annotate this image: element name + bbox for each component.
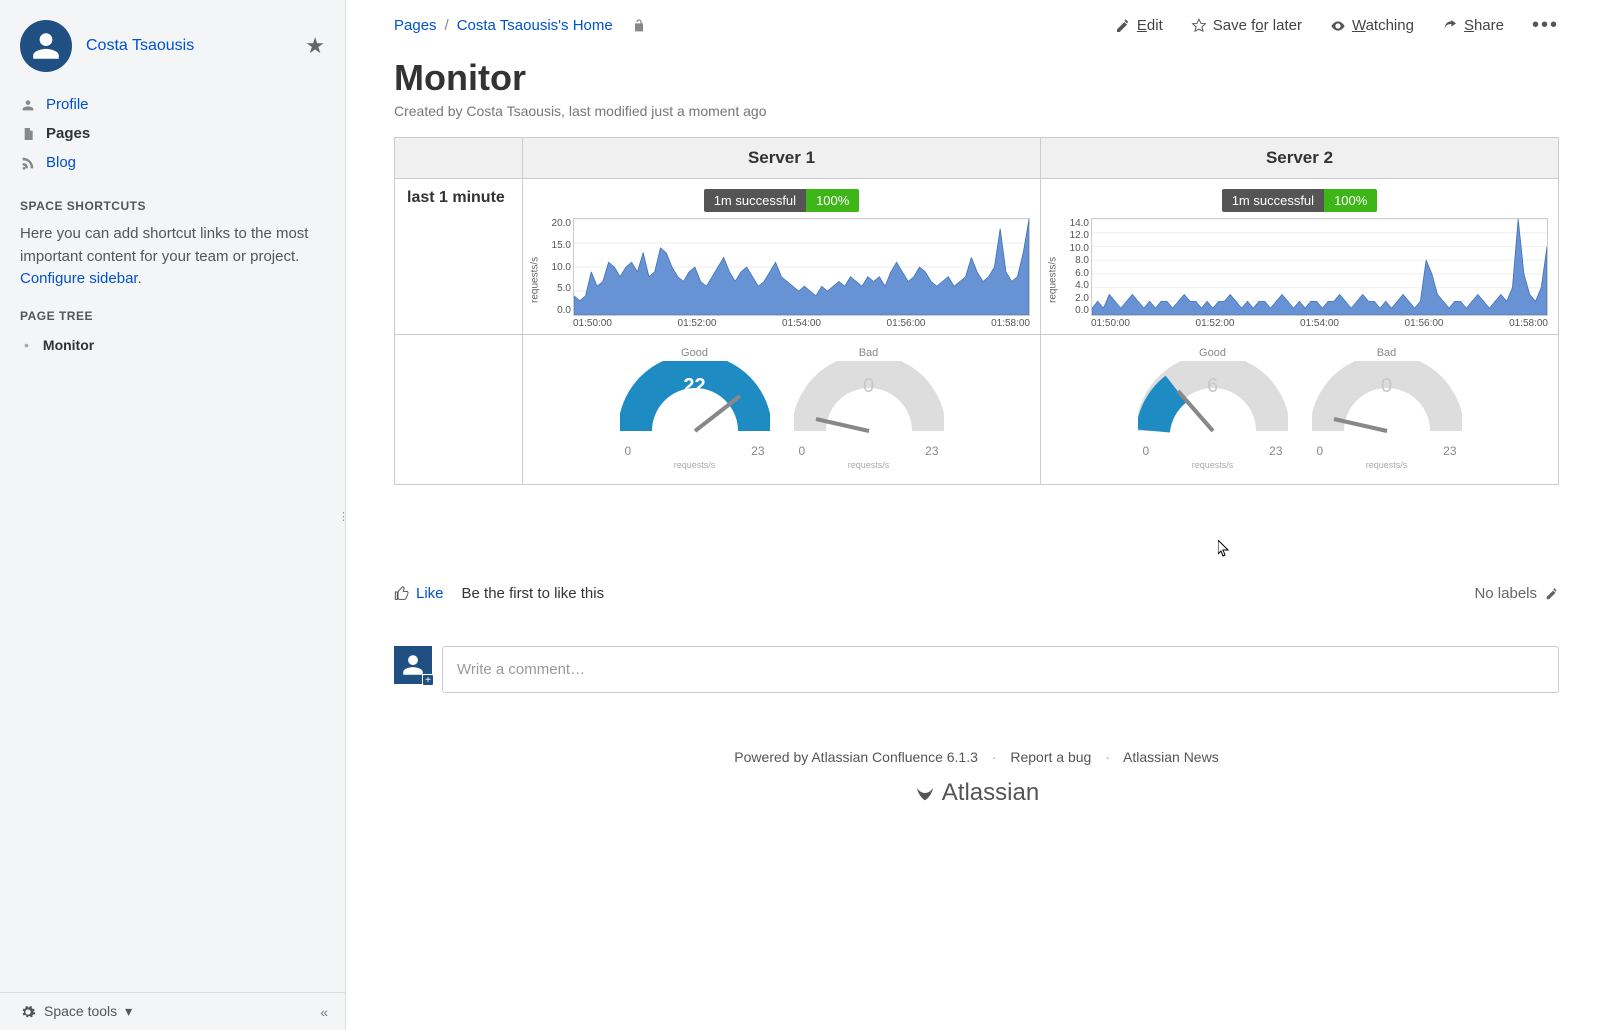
collapse-sidebar-icon[interactable]: «	[320, 1004, 325, 1020]
like-button[interactable]: Like	[394, 585, 444, 602]
page-tree: Monitor	[0, 329, 345, 361]
more-actions-button[interactable]: •••	[1532, 14, 1559, 37]
row-empty	[395, 335, 523, 485]
rss-icon	[20, 155, 36, 171]
comment-row: + Write a comment…	[394, 646, 1559, 693]
gauge-bad: Bad 0 023 requests/s	[789, 347, 949, 470]
cell-server2-gauges: Good 6 023 requests/s Bad 0 023 requests…	[1041, 335, 1559, 485]
add-icon: +	[422, 674, 434, 686]
page-tree-item-label: Monitor	[43, 337, 94, 353]
pencil-icon[interactable]	[1545, 587, 1559, 601]
xticks: 01:50:0001:52:0001:54:0001:56:0001:58:00	[573, 318, 1030, 330]
sidebar-nav: Profile Pages Blog	[0, 82, 345, 185]
page-footer: Powered by Atlassian Confluence 6.1.3 · …	[394, 749, 1559, 807]
topbar: Pages / Costa Tsaousis's Home Edit Save …	[394, 14, 1559, 37]
eye-icon	[1330, 18, 1346, 34]
breadcrumb-page[interactable]: Costa Tsaousis's Home	[457, 17, 613, 34]
star-icon[interactable]: ★	[305, 33, 325, 59]
sidebar-item-blog[interactable]: Blog	[0, 148, 345, 177]
person-icon	[20, 97, 36, 113]
row-label: last 1 minute	[395, 179, 523, 335]
sidebar-item-profile[interactable]: Profile	[0, 90, 345, 119]
cell-server1-chart: 1m successful 100% requests/s 20.015.010…	[523, 179, 1041, 335]
space-header: Costa Tsaousis ★	[0, 10, 345, 82]
cursor-icon	[1218, 540, 1230, 558]
edit-button[interactable]: Edit	[1115, 17, 1163, 34]
yticks: 14.012.010.08.06.04.02.00.0	[1055, 218, 1089, 316]
chart-server2: requests/s 14.012.010.08.06.04.02.00.0 0…	[1047, 218, 1552, 330]
footer-report-bug[interactable]: Report a bug	[1010, 749, 1091, 765]
footer-powered: Powered by Atlassian Confluence 6.1.3	[734, 749, 978, 765]
shortcuts-heading: SPACE SHORTCUTS	[0, 185, 345, 219]
page-title: Monitor	[394, 57, 1559, 99]
status-badge: 1m successful 100%	[704, 189, 860, 212]
like-status: Be the first to like this	[462, 585, 605, 602]
xticks: 01:50:0001:52:0001:54:0001:56:0001:58:00	[1091, 318, 1548, 330]
yticks: 20.015.010.05.00.0	[537, 218, 571, 316]
gauge-good: Good 22 023 requests/s	[615, 347, 775, 470]
save-for-later-button[interactable]: Save for later	[1191, 17, 1302, 34]
space-avatar[interactable]	[20, 20, 72, 72]
shortcuts-text: Here you can add shortcut links to the m…	[0, 219, 345, 295]
gauge-bad: Bad 0 023 requests/s	[1307, 347, 1467, 470]
sidebar-item-pages[interactable]: Pages	[0, 119, 345, 148]
cell-server2-chart: 1m successful 100% requests/s 14.012.010…	[1041, 179, 1559, 335]
breadcrumb-separator: /	[445, 17, 449, 34]
page-tree-heading: PAGE TREE	[0, 295, 345, 329]
page-byline: Created by Costa Tsaousis, last modified…	[394, 103, 1559, 119]
gear-icon	[20, 1004, 36, 1020]
share-button[interactable]: Share	[1442, 17, 1504, 34]
table-col-server2: Server 2	[1041, 138, 1559, 179]
space-tools-button[interactable]: Space tools ▾	[44, 1003, 132, 1020]
chart-server1: requests/s 20.015.010.05.00.0 01:50:0001…	[529, 218, 1034, 330]
status-badge: 1m successful 100%	[1222, 189, 1378, 212]
thumbs-up-icon	[394, 586, 410, 602]
sidebar-item-label: Blog	[46, 154, 76, 171]
watching-button[interactable]: Watching	[1330, 17, 1414, 34]
share-icon	[1442, 18, 1458, 34]
page-tree-item[interactable]: Monitor	[20, 333, 325, 357]
unlock-icon[interactable]	[631, 18, 647, 34]
breadcrumb-root[interactable]: Pages	[394, 17, 437, 34]
sidebar-item-label: Pages	[46, 125, 90, 142]
monitor-table: Server 1 Server 2 last 1 minute 1m succe…	[394, 137, 1559, 485]
pages-icon	[20, 126, 36, 142]
configure-sidebar-link[interactable]: Configure sidebar	[20, 270, 138, 287]
page-actions: Edit Save for later Watching Share •••	[1115, 14, 1559, 37]
main-content: Pages / Costa Tsaousis's Home Edit Save …	[346, 0, 1607, 1030]
breadcrumb: Pages / Costa Tsaousis's Home	[394, 17, 647, 34]
footer-news[interactable]: Atlassian News	[1123, 749, 1219, 765]
table-col-server1: Server 1	[523, 138, 1041, 179]
cell-server1-gauges: Good 22 023 requests/s Bad 0 023 request…	[523, 335, 1041, 485]
gauge-good: Good 6 023 requests/s	[1133, 347, 1293, 470]
star-outline-icon	[1191, 18, 1207, 34]
comment-input[interactable]: Write a comment…	[442, 646, 1559, 693]
person-icon	[29, 29, 63, 63]
atlassian-icon	[914, 782, 936, 804]
pencil-icon	[1115, 18, 1131, 34]
labels-section: No labels	[1474, 585, 1559, 602]
atlassian-logo[interactable]: Atlassian	[394, 779, 1559, 807]
likes-row: Like Be the first to like this No labels	[394, 585, 1559, 602]
comment-avatar[interactable]: +	[394, 646, 432, 684]
sidebar: Costa Tsaousis ★ Profile Pages Blog SPAC…	[0, 0, 346, 1030]
sidebar-footer: Space tools ▾ «	[0, 992, 345, 1030]
table-corner	[395, 138, 523, 179]
space-name-link[interactable]: Costa Tsaousis	[86, 37, 194, 55]
sidebar-item-label: Profile	[46, 96, 89, 113]
